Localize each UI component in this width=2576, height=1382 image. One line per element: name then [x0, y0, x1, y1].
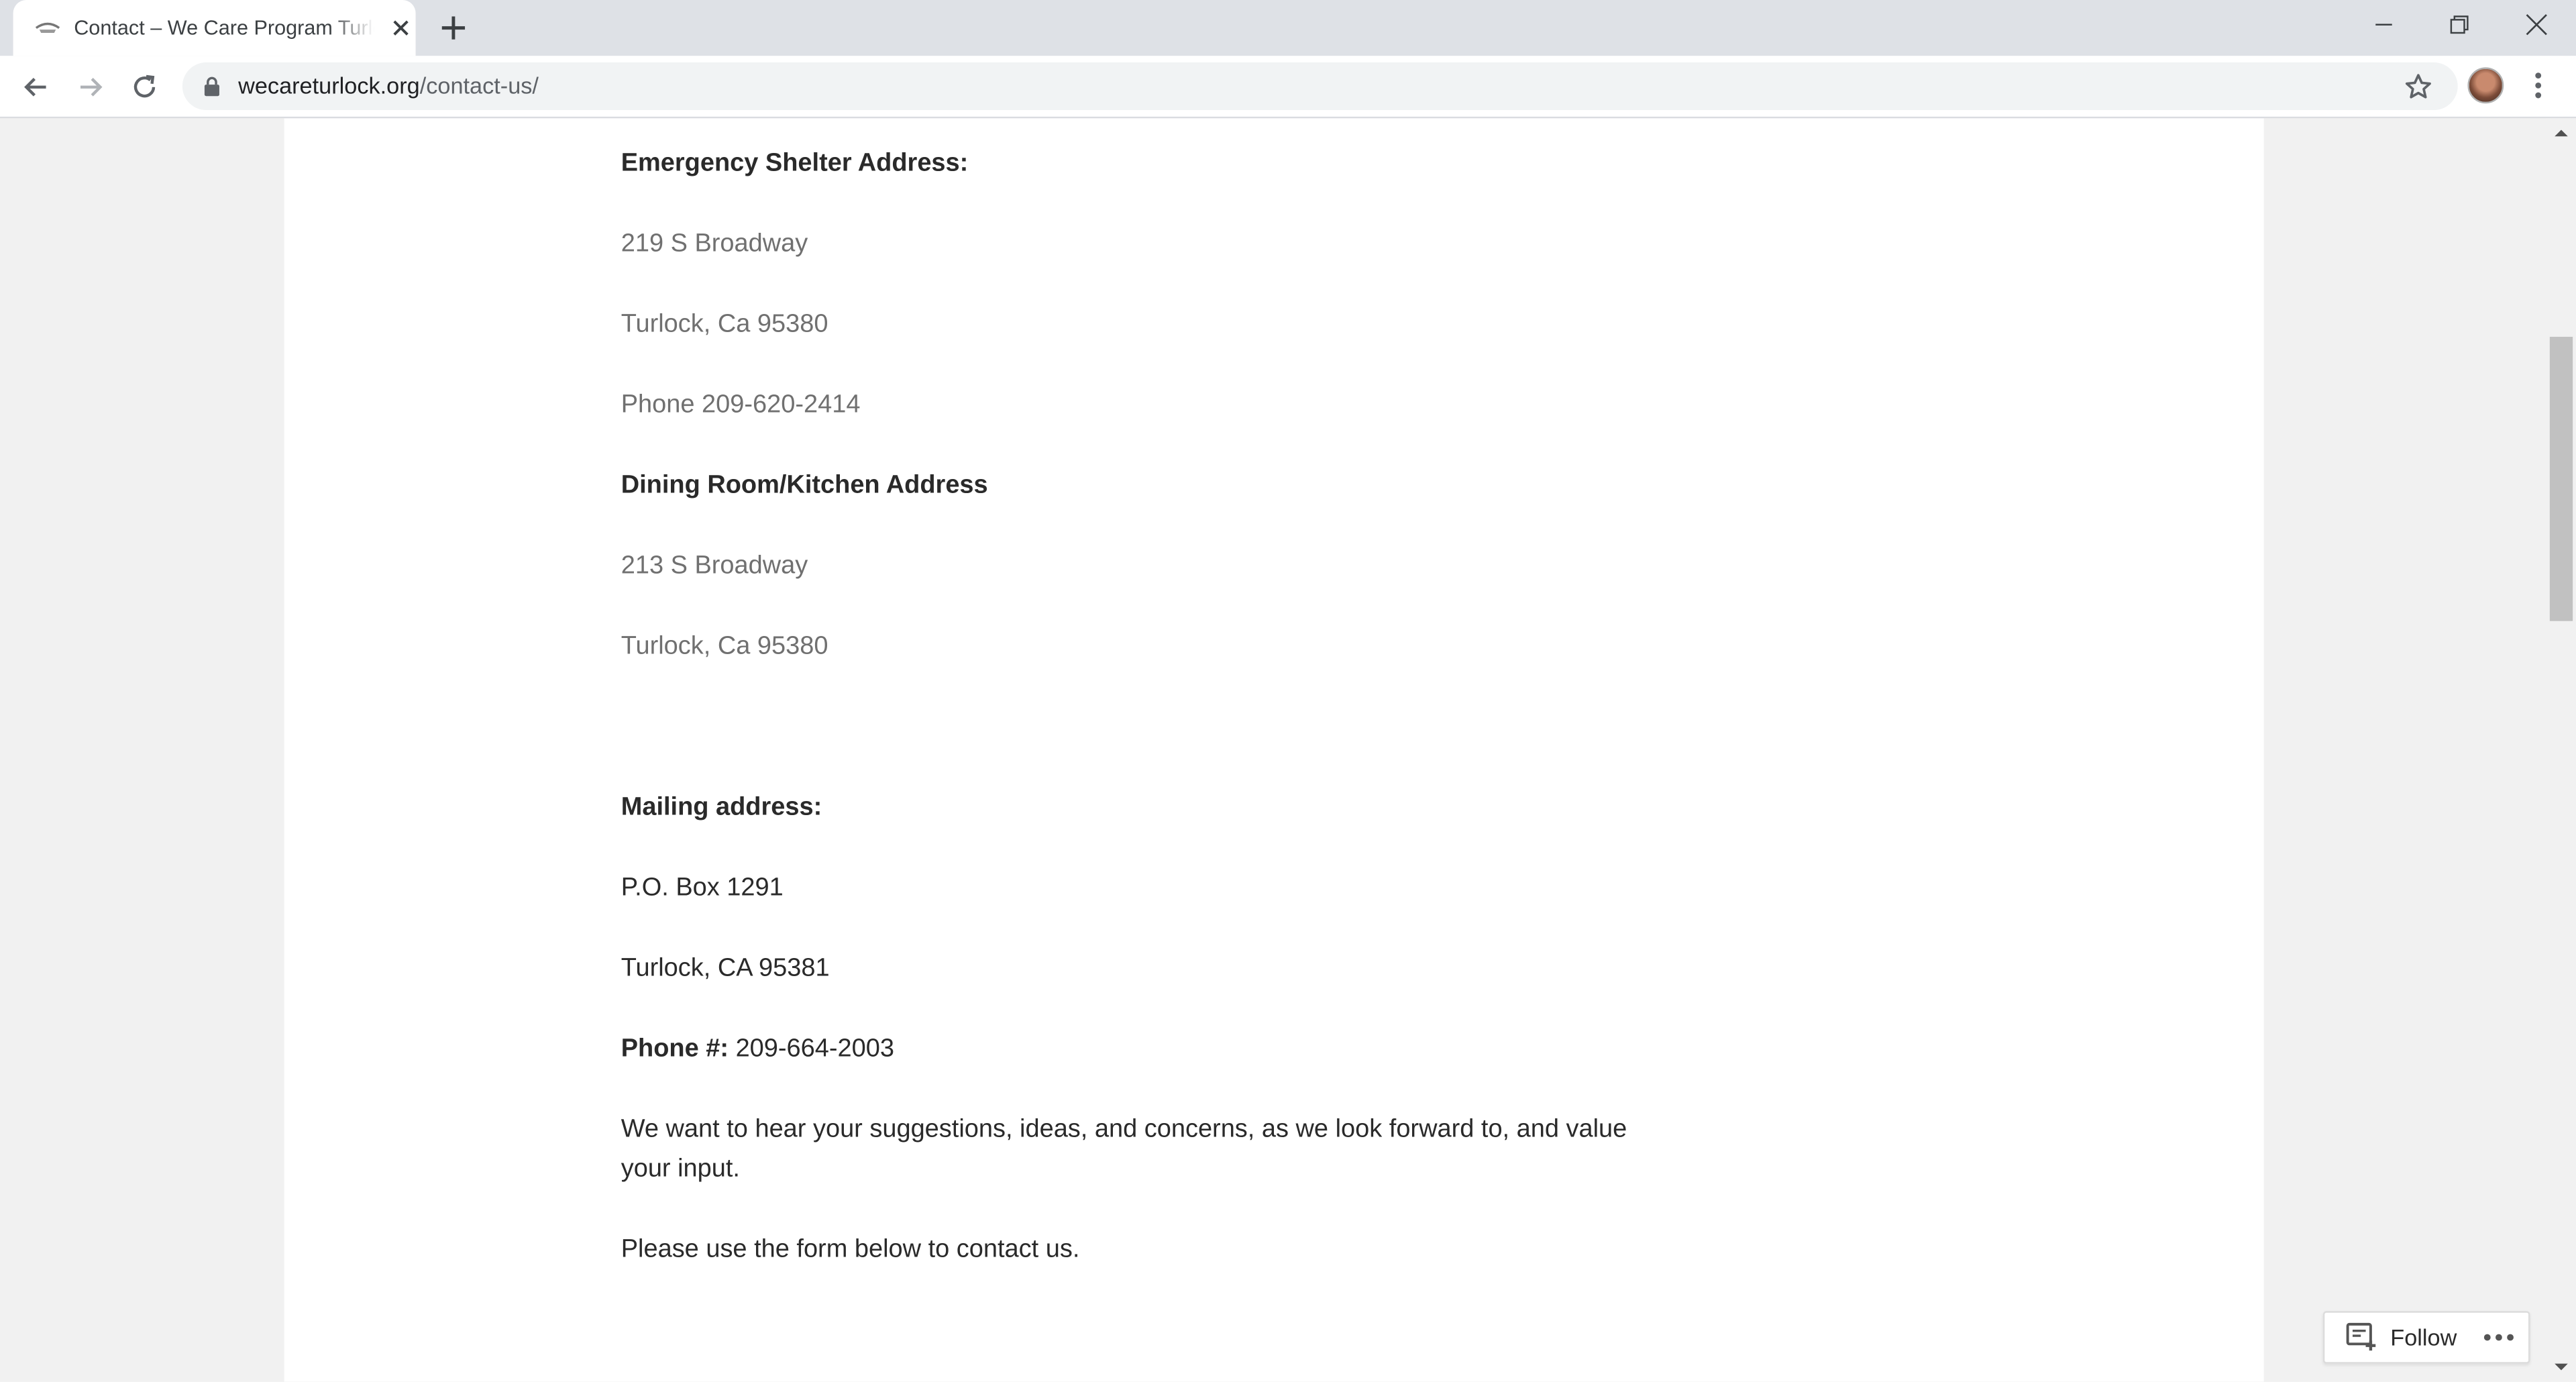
reload-icon [133, 74, 156, 98]
minimize-icon [2375, 23, 2392, 25]
reader-follow-icon [2346, 1322, 2376, 1351]
url-path: /contact-us/ [419, 72, 539, 99]
new-tab-icon[interactable] [437, 11, 470, 44]
shelter-city: Turlock, Ca 95380 [621, 310, 828, 339]
mailing-heading: Mailing address: [621, 793, 822, 822]
phone-label: Phone #: [621, 1034, 729, 1063]
tab-title: Contact – We Care Program Turlock [74, 16, 375, 40]
site-favicon-icon [35, 22, 60, 33]
follow-button[interactable]: Follow [2324, 1313, 2472, 1362]
mailing-box: P.O. Box 1291 [621, 873, 784, 902]
follow-widget: Follow [2322, 1311, 2530, 1364]
restore-icon [2450, 15, 2469, 34]
back-button[interactable] [15, 66, 58, 109]
arrow-left-icon [24, 77, 46, 97]
address-bar[interactable]: wecareturlock.org/contact-us/ [182, 62, 2458, 111]
phone-value: 209-664-2003 [729, 1034, 894, 1063]
scrollbar-thumb[interactable] [2549, 337, 2573, 621]
more-dot-icon [2496, 1334, 2502, 1341]
page-scrollbar[interactable] [2546, 118, 2576, 1382]
dining-city: Turlock, Ca 95380 [621, 632, 828, 661]
close-window-button[interactable] [2499, 0, 2575, 49]
shelter-street: 219 S Broadway [621, 229, 808, 258]
restore-button[interactable] [2422, 0, 2498, 49]
more-dot-icon [2507, 1334, 2514, 1341]
tab-strip: Contact – We Care Program Turlock [0, 0, 2576, 56]
url-text: wecareturlock.org/contact-us/ [238, 72, 539, 101]
scroll-down-arrow-icon[interactable] [2553, 1361, 2569, 1374]
page-viewport: Emergency Shelter Address: 219 S Broadwa… [0, 118, 2576, 1382]
lock-icon [204, 76, 219, 97]
browser-window: Contact – We Care Program Turlock wecare… [0, 0, 2576, 1382]
browser-toolbar: wecareturlock.org/contact-us/ [0, 56, 2576, 119]
phone-line: Phone #: 209-664-2003 [621, 1030, 894, 1070]
url-domain: wecareturlock.org [238, 72, 420, 99]
suggestions-paragraph: We want to hear your suggestions, ideas,… [621, 1115, 1627, 1183]
shelter-phone: Phone 209-620-2414 [621, 390, 861, 419]
dining-street: 213 S Broadway [621, 551, 808, 580]
follow-more-button[interactable] [2479, 1322, 2519, 1352]
reload-button[interactable] [123, 66, 166, 109]
scroll-up-arrow-icon[interactable] [2553, 127, 2569, 140]
forward-button[interactable] [69, 66, 112, 109]
dining-heading: Dining Room/Kitchen Address [621, 471, 988, 500]
close-icon [2526, 14, 2547, 36]
minimize-button[interactable] [2346, 0, 2422, 49]
bookmark-star-icon[interactable] [2404, 72, 2433, 102]
mailing-city: Turlock, CA 95381 [621, 954, 830, 983]
more-vert-icon[interactable] [2524, 69, 2553, 102]
profile-avatar[interactable] [2467, 67, 2504, 104]
shelter-heading: Emergency Shelter Address: [621, 149, 969, 178]
more-dot-icon [2483, 1334, 2491, 1341]
form-prompt: Please use the form below to contact us. [621, 1235, 1080, 1264]
close-tab-icon[interactable] [388, 15, 414, 41]
follow-label: Follow [2390, 1324, 2457, 1351]
arrow-right-icon [80, 77, 103, 97]
content-card [284, 118, 2264, 1382]
tab-contact[interactable]: Contact – We Care Program Turlock [13, 0, 416, 56]
